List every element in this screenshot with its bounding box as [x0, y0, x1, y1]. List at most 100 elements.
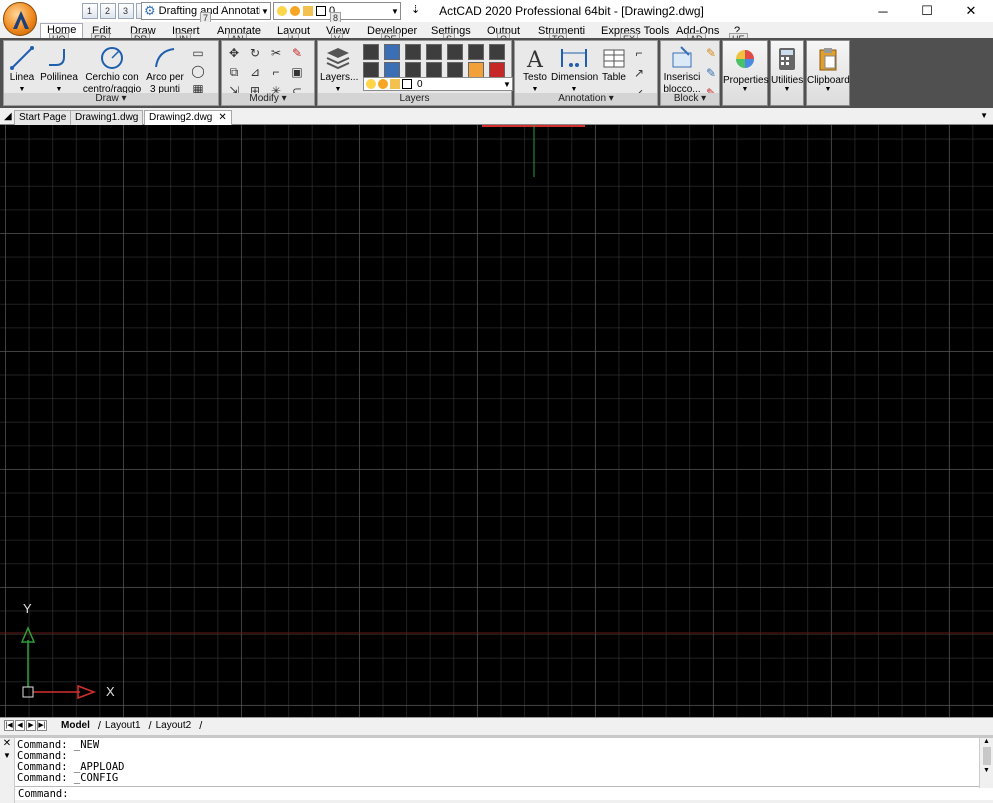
close-icon[interactable]: ✕ — [0, 738, 14, 749]
color-wheel-icon — [736, 50, 754, 68]
mirror-icon[interactable]: ⊿ — [247, 64, 263, 80]
text-button[interactable]: A Testo ▼ — [519, 43, 551, 95]
layout-tab-model[interactable]: Model — [57, 720, 98, 731]
command-window: ✕ ▼ Command: _NEW Command: Command: _APPLO… — [0, 735, 993, 803]
layer-lock-icon[interactable] — [426, 44, 442, 60]
line-label: Linea — [9, 72, 35, 83]
array-icon[interactable]: ▣ — [289, 64, 305, 80]
lock-icon — [303, 6, 313, 16]
layers-manager-button[interactable]: Layers... ▼ — [320, 43, 359, 95]
fillet-icon[interactable]: ⌐ — [268, 64, 284, 80]
layer-on-icon[interactable] — [384, 62, 400, 78]
dimension-icon — [561, 49, 587, 67]
scroll-thumb[interactable] — [982, 747, 991, 765]
ellipse-icon[interactable]: ◯ — [190, 63, 206, 79]
ribbon-tab-bar: Home Edit Draw Insert Annotate Layout Vi… — [0, 22, 993, 45]
minimize-button[interactable]: ─ — [861, 0, 905, 22]
dimension-label: Dimension — [551, 72, 599, 83]
previous-layout-button[interactable]: ◀ — [15, 720, 25, 731]
layout-tab-bar: |◀ ◀ ▶ ▶| Model / Layout1 / Layout2 / — [0, 717, 993, 733]
drawing-canvas[interactable]: Y X — [0, 125, 993, 717]
layers-label: Layers... — [320, 72, 359, 83]
chevron-down-icon: ▼ — [391, 6, 399, 16]
draw-panel-footer[interactable]: Draw ▾ — [4, 93, 218, 105]
open-file-button[interactable]: 2 — [100, 3, 116, 19]
layer-thaw-icon[interactable] — [405, 62, 421, 78]
close-window-button[interactable]: ✕ — [949, 0, 993, 22]
actcad-logo-icon — [13, 11, 29, 29]
properties-button[interactable]: Properties ▼ — [722, 40, 769, 106]
polyline-label: Polilinea — [40, 72, 78, 83]
move-icon[interactable]: ✥ — [226, 45, 242, 61]
doc-tab-start-page[interactable]: Start Page — [14, 110, 72, 125]
layout-tab-layout1[interactable]: Layout1 — [101, 720, 149, 731]
command-input[interactable] — [68, 787, 979, 800]
erase-icon[interactable]: ✎ — [289, 45, 305, 61]
arc-3-points-button[interactable]: Arco per 3 punti — [144, 43, 186, 95]
doc-tab-drawing2[interactable]: Drawing2.dwg ✕ — [144, 110, 232, 125]
layer-delete-icon[interactable] — [489, 62, 505, 78]
tab-list-icon[interactable]: ▼ — [980, 111, 988, 120]
rectangle-icon[interactable]: ▭ — [190, 45, 206, 61]
layer-off-icon[interactable] — [468, 44, 484, 60]
clipboard-button[interactable]: Clipboard ▼ — [806, 40, 850, 106]
layer-combo[interactable]: 0 ▼ — [363, 77, 513, 91]
layer-isolate-icon[interactable] — [405, 44, 421, 60]
leader-icon[interactable]: ⌐ — [631, 45, 647, 61]
draw-panel: Linea ▼ Polilinea ▼ Cerchio con centro/r… — [3, 40, 219, 106]
layer-previous-icon[interactable] — [384, 44, 400, 60]
tab-scroll-icon[interactable]: ◢ — [4, 111, 12, 122]
last-layout-button[interactable]: ▶| — [37, 720, 47, 731]
utilities-label: Utilities — [771, 75, 804, 86]
scroll-up-icon[interactable]: ▲ — [980, 738, 993, 745]
rotate-icon[interactable]: ↻ — [247, 45, 263, 61]
close-icon[interactable]: ✕ — [218, 112, 226, 123]
edit-block-icon[interactable]: ✎ — [703, 65, 719, 81]
insert-block-button[interactable]: Inserisci blocco... — [663, 43, 701, 95]
new-file-button[interactable]: 1 — [82, 3, 98, 19]
layer-state-icon[interactable] — [363, 44, 379, 60]
customize-qat-icon[interactable]: ⇣ — [411, 3, 420, 16]
layer-copy-icon[interactable] — [447, 62, 463, 78]
block-panel-footer[interactable]: Block ▾ — [661, 93, 719, 105]
layer-tools — [363, 44, 508, 78]
color-swatch-icon — [402, 79, 412, 89]
layer-walk-icon[interactable] — [363, 62, 379, 78]
first-layout-button[interactable]: |◀ — [4, 720, 14, 731]
x-axis-label: X — [106, 684, 115, 699]
scroll-down-icon[interactable]: ▼ — [980, 767, 993, 774]
annotation-panel-footer[interactable]: Annotation ▾ — [515, 93, 657, 105]
chevron-down-icon: ▼ — [503, 79, 511, 89]
layer-merge-icon[interactable] — [468, 62, 484, 78]
app-menu-button[interactable] — [3, 2, 37, 36]
layer-freeze-icon[interactable] — [489, 44, 505, 60]
modify-panel-footer[interactable]: Modify ▾ — [222, 93, 314, 105]
circle-center-radius-button[interactable]: Cerchio con centro/raggio — [82, 43, 142, 95]
polyline-button[interactable]: Polilinea ▼ — [40, 43, 78, 95]
doc-tab-label: Drawing1.dwg — [75, 112, 139, 123]
utilities-button[interactable]: Utilities ▼ — [770, 40, 804, 106]
command-history-line: Command: _CONFIG — [17, 772, 119, 784]
layer-unlock-icon[interactable] — [426, 62, 442, 78]
next-layout-button[interactable]: ▶ — [26, 720, 36, 731]
line-button[interactable]: Linea ▼ — [6, 43, 38, 95]
copy-icon[interactable]: ⧉ — [226, 64, 242, 80]
doc-tab-label: Drawing2.dwg — [149, 112, 213, 123]
dimension-button[interactable]: Dimension ▼ — [551, 43, 599, 95]
color-swatch-icon — [316, 6, 326, 16]
table-button[interactable]: Table — [599, 43, 629, 83]
layer-match-icon[interactable] — [447, 44, 463, 60]
create-block-icon[interactable]: ✎ — [703, 45, 719, 61]
multileader-icon[interactable]: ↗ — [631, 65, 647, 81]
trim-icon[interactable]: ✂ — [268, 45, 284, 61]
chevron-down-icon[interactable]: ▼ — [0, 751, 14, 760]
command-window-handle[interactable]: ✕ ▼ — [0, 738, 15, 803]
doc-tab-drawing1[interactable]: Drawing1.dwg — [70, 110, 144, 125]
table-label: Table — [602, 72, 626, 83]
maximize-button[interactable]: ☐ — [905, 0, 949, 22]
layout-tab-layout2[interactable]: Layout2 — [152, 720, 200, 731]
save-button[interactable]: 3 — [118, 3, 134, 19]
y-axis-label: Y — [23, 601, 32, 616]
annotation-panel: A Testo ▼ Dimension ▼ Table ⌐ ↗ ↙ Annota… — [514, 40, 658, 106]
command-scrollbar[interactable]: ▲ ▼ — [979, 738, 993, 788]
